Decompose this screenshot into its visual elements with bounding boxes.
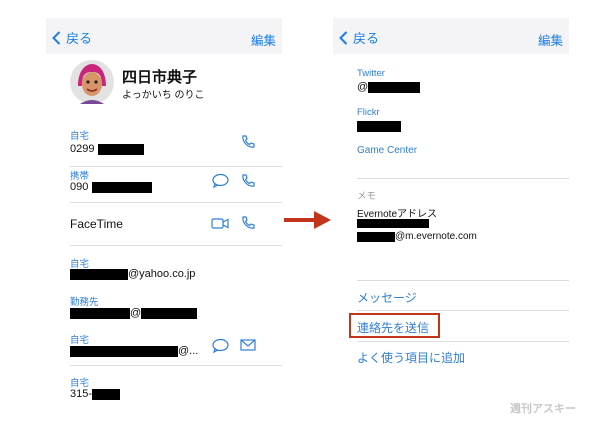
flickr-label: Flickr (357, 107, 380, 118)
phone-home-value[interactable]: 0299 (70, 143, 145, 155)
mail-icon[interactable] (240, 339, 256, 351)
message-bubble-icon[interactable] (212, 173, 229, 188)
avatar (70, 60, 114, 104)
redaction (70, 268, 128, 280)
memo-line-3: @m.evernote.com (357, 231, 477, 242)
redaction (92, 388, 121, 400)
email-home2-suffix: @... (178, 345, 199, 357)
redaction (368, 81, 421, 93)
phone-mobile-value[interactable]: 090 (70, 181, 153, 193)
redaction (357, 231, 395, 242)
phone-home-prefix: 0299 (70, 143, 95, 155)
add-to-favorites-button[interactable]: よく使う項目に追加 (357, 349, 465, 366)
phone-mobile-label: 携帯 (70, 171, 90, 182)
message-bubble-icon[interactable] (212, 338, 229, 353)
phone-mobile-prefix: 090 (70, 181, 89, 193)
chevron-left-icon (52, 30, 61, 45)
left-back-label: 戻る (66, 31, 93, 46)
flickr-value[interactable] (357, 121, 401, 132)
email-home2-label: 自宅 (70, 335, 90, 346)
send-message-button[interactable]: メッセージ (357, 289, 417, 306)
right-contact-screen: 戻る 編集 Twitter @ Flickr Game Center メモ Ev… (333, 18, 569, 424)
email-work-label: 勤務先 (70, 297, 99, 308)
redaction (357, 219, 429, 228)
video-camera-icon[interactable] (211, 217, 230, 230)
right-back-label: 戻る (353, 31, 380, 46)
redaction (70, 345, 178, 357)
left-edit-button[interactable]: 編集 (251, 30, 276, 49)
left-back-button[interactable]: 戻る (52, 28, 92, 47)
memo-line-1: Evernoteアドレス (357, 209, 438, 220)
separator (357, 280, 569, 281)
separator (70, 202, 282, 203)
arrow-right-icon (284, 211, 331, 229)
redaction (357, 121, 401, 132)
facetime-label: FaceTime (70, 217, 123, 231)
memo-evernote-suffix: @m.evernote.com (395, 231, 477, 242)
contact-name: 四日市典子 (122, 69, 198, 86)
address-home-value[interactable]: 315- (70, 388, 121, 400)
email-home2-value[interactable]: @... (70, 345, 198, 357)
phone-icon[interactable] (240, 215, 256, 231)
phone-icon[interactable] (240, 173, 256, 189)
email-work-value[interactable]: @ (70, 307, 198, 319)
right-edit-button[interactable]: 編集 (538, 30, 563, 49)
address-home-label: 自宅 (70, 378, 90, 389)
separator (357, 178, 569, 179)
watermark-logo: 週刊アスキー (510, 403, 576, 415)
separator (357, 341, 569, 342)
redaction (141, 307, 198, 319)
memo-line-2 (357, 219, 429, 228)
separator (70, 245, 282, 246)
redaction (92, 181, 153, 193)
chevron-left-icon (339, 30, 348, 45)
email-home-value[interactable]: @yahoo.co.jp (70, 268, 195, 280)
left-nav-bar: 戻る 編集 (46, 18, 282, 54)
redaction (70, 307, 130, 319)
game-center-link[interactable]: Game Center (357, 145, 417, 156)
phone-home-label: 自宅 (70, 131, 90, 142)
phone-icon[interactable] (240, 134, 256, 150)
contact-reading: よっかいち のりこ (122, 90, 205, 101)
email-work-suffix: @ (130, 307, 142, 319)
twitter-label: Twitter (357, 68, 385, 79)
postal-code-prefix: 315- (70, 388, 93, 400)
separator (70, 365, 282, 366)
right-nav-bar: 戻る 編集 (333, 18, 569, 54)
left-contact-screen: 戻る 編集 四日市典子 よっかいち のりこ 自宅 0299 携帯 090 Fac… (46, 18, 282, 424)
memo-label: メモ (357, 191, 377, 202)
redaction (98, 143, 145, 155)
separator (70, 166, 282, 167)
twitter-value[interactable]: @ (357, 81, 421, 93)
right-back-button[interactable]: 戻る (339, 28, 379, 47)
send-contact-button[interactable]: 連絡先を送信 (357, 319, 429, 336)
separator (357, 310, 569, 311)
twitter-at: @ (357, 81, 369, 93)
email-home-suffix: @yahoo.co.jp (128, 268, 196, 280)
